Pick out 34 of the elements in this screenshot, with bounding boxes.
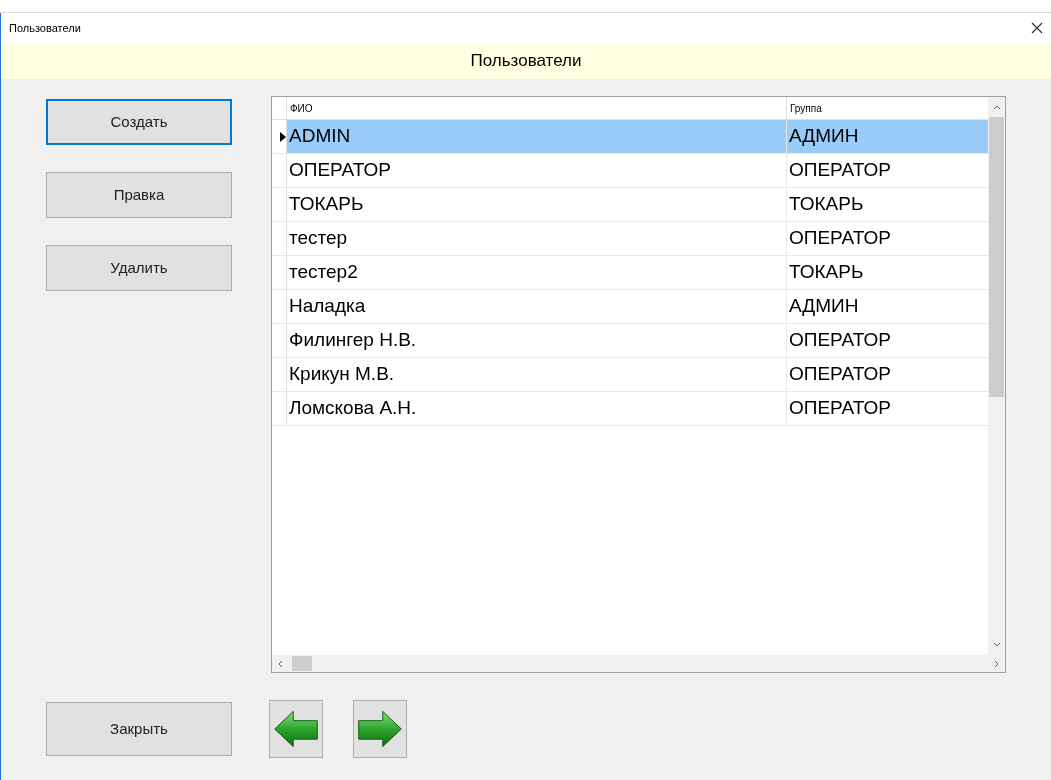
- table-cell: тестер: [287, 222, 787, 255]
- action-button[interactable]: Правка: [46, 172, 232, 218]
- table-cell: Наладка: [287, 290, 787, 323]
- table-cell-text: ОПЕРАТОР: [788, 328, 892, 353]
- vertical-scrollbar[interactable]: [988, 97, 1005, 655]
- banner: Пользователи: [1, 43, 1051, 79]
- action-button[interactable]: Удалить: [46, 245, 232, 291]
- table-cell: Ломскова А.Н.: [287, 392, 787, 425]
- table-cell: Крикун М.В.: [287, 358, 787, 391]
- close-icon[interactable]: [1031, 22, 1043, 34]
- table-cell-text: ОПЕРАТОР: [788, 362, 892, 387]
- table-cell-text: ОПЕРАТОР: [788, 396, 892, 421]
- column-header[interactable]: ФИО: [287, 97, 787, 119]
- window-title: Пользователи: [9, 20, 81, 36]
- table-cell-text: ОПЕРАТОР: [788, 226, 892, 251]
- table-cell: ТОКАРЬ: [287, 188, 787, 221]
- table-cell-text: АДМИН: [788, 294, 860, 319]
- column-header[interactable]: Группа: [787, 97, 988, 119]
- scrollbar-thumb[interactable]: [292, 656, 312, 671]
- scrollbar-thumb[interactable]: [989, 117, 1004, 397]
- back-button[interactable]: [269, 700, 323, 758]
- row-pointer-icon: [280, 131, 286, 142]
- table-cell-text: ОПЕРАТОР: [788, 158, 892, 183]
- forward-button[interactable]: [353, 700, 407, 758]
- table-cell: тестер2: [287, 256, 787, 289]
- table-cell: Филингер Н.В.: [287, 324, 787, 357]
- table-cell-text: ТОКАРЬ: [788, 260, 865, 285]
- table-cell: ОПЕРАТОР: [287, 154, 787, 187]
- horizontal-scrollbar[interactable]: [272, 655, 1005, 672]
- table-cell-text: ТОКАРЬ: [788, 192, 865, 217]
- table-cell: АДМИН: [787, 120, 988, 153]
- action-button[interactable]: Создать: [46, 99, 232, 145]
- table-cell: ADMIN: [287, 120, 787, 153]
- close-button[interactable]: Закрыть: [46, 702, 232, 756]
